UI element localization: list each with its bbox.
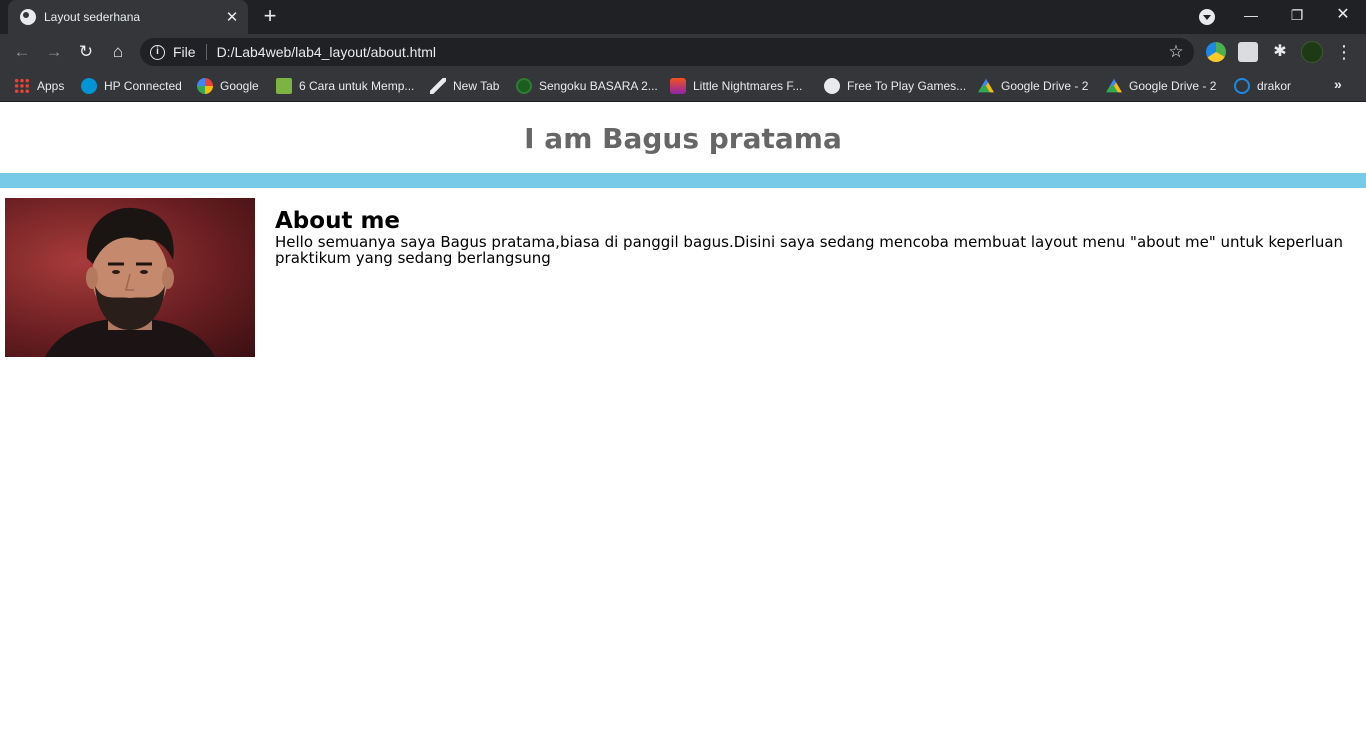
extensions-puzzle-icon[interactable]: ✱ [1270,42,1290,62]
bookmarks-bar: Apps HP Connected Google 6 Cara untuk Me… [0,70,1366,102]
little-nightmares-icon [670,78,686,94]
bookmark-star-icon[interactable]: ☆ [1158,42,1194,62]
home-icon[interactable]: ⌂ [104,38,132,66]
bookmark-label: Google [220,79,259,93]
profile-photo [5,198,255,357]
google-icon [197,78,213,94]
bookmark-item[interactable]: Free To Play Games... [824,76,966,96]
bookmark-label: Google Drive - 2 [1129,79,1217,93]
new-tab-icon [430,78,446,94]
forward-icon[interactable]: → [40,38,68,66]
site-header: I am Bagus pratama [0,103,1366,173]
bookmark-item[interactable]: Google [197,76,259,96]
bookmark-label: Sengoku BASARA 2... [539,79,658,93]
menu-kebab-icon[interactable]: ⋮ [1334,42,1354,62]
steam-icon [824,78,840,94]
bookmark-label: drakor [1257,79,1292,93]
restore-icon[interactable]: ❐ [1274,0,1320,30]
wikihow-icon [276,78,292,94]
about-text: About me Hello semuanya saya Bagus prata… [275,208,1345,266]
google-drive-icon [978,78,994,93]
url-scheme-label: File [173,44,196,60]
extension-icon[interactable] [1206,42,1226,62]
hp-icon [81,78,97,94]
page-title: I am Bagus pratama [524,121,842,155]
accent-bar [0,173,1366,188]
bookmark-label: New Tab [453,79,500,93]
bookmark-label: Google Drive - 2 [1001,79,1089,93]
tab-title: Layout sederhana [44,10,141,24]
close-tab-icon[interactable]: ✕ [224,8,240,26]
more-bookmarks-chevron-icon[interactable]: » [1334,76,1342,92]
address-bar[interactable]: i File D:/Lab4web/lab4_layout/about.html… [140,38,1194,66]
about-paragraph: Hello semuanya saya Bagus pratama,biasa … [275,233,1344,267]
bookmark-label: Apps [37,79,65,93]
tab-search-icon[interactable] [1199,9,1215,25]
bookmark-label: Little Nightmares F... [693,79,803,93]
bookmark-item[interactable]: Apps [14,76,64,96]
site-info-icon[interactable]: i [150,44,165,60]
active-tab[interactable]: Layout sederhana ✕ [8,0,248,34]
bookmark-item[interactable]: 6 Cara untuk Memp... [276,76,414,96]
bookmark-item[interactable]: Little Nightmares F... [670,76,802,96]
about-section: About me Hello semuanya saya Bagus prata… [0,188,1366,388]
sengoku-icon [516,78,532,94]
minimize-icon[interactable]: — [1228,0,1274,30]
bookmark-label: 6 Cara untuk Memp... [299,79,415,93]
close-window-icon[interactable]: ✕ [1320,0,1366,30]
reload-icon[interactable]: ↻ [72,38,100,66]
bookmark-item[interactable]: drakor [1234,76,1291,96]
bookmark-label: HP Connected [104,79,182,93]
globe-icon [20,9,36,25]
page-viewport: I am Bagus pratama About me Hello semuan… [0,103,1366,738]
new-tab-button[interactable]: + [256,4,284,30]
omnibox-divider [205,44,207,60]
tab-strip: Layout sederhana ✕ + — ❐ ✕ [0,0,1366,34]
bookmark-item[interactable]: Sengoku BASARA 2... [516,76,658,96]
extension-icon[interactable] [1238,42,1258,62]
google-drive-icon [1106,78,1122,93]
bookmark-item[interactable]: Google Drive - 2 [978,76,1088,96]
bookmark-label: Free To Play Games... [847,79,967,93]
drakor-icon [1234,78,1250,94]
browser-toolbar: ← → ↻ ⌂ i File D:/Lab4web/lab4_layout/ab… [0,34,1366,70]
profile-avatar[interactable] [1301,41,1323,63]
about-heading: About me [275,208,401,234]
bookmark-item[interactable]: New Tab [430,76,499,96]
portrait-image [45,207,215,357]
bookmark-item[interactable]: Google Drive - 2 [1106,76,1216,96]
back-icon[interactable]: ← [8,38,36,66]
url-text[interactable]: D:/Lab4web/lab4_layout/about.html [217,44,1158,60]
apps-grid-icon [14,78,30,94]
bookmark-item[interactable]: HP Connected [81,76,182,96]
